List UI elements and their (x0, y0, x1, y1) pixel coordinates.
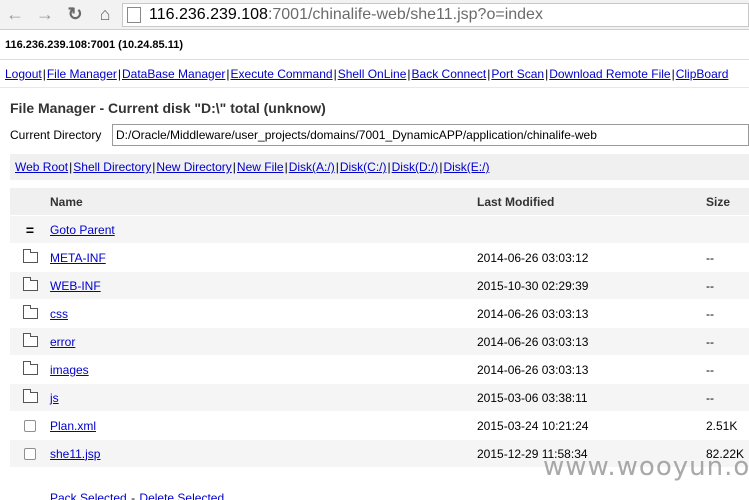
current-directory-input[interactable] (112, 124, 749, 146)
page-title: File Manager - Current disk "D:\" total … (10, 100, 326, 116)
forward-arrow-icon[interactable]: → (30, 0, 60, 30)
file-name-link[interactable]: Plan.xml (50, 419, 96, 433)
file-size: -- (706, 250, 714, 265)
table-row: WEB-INF 2015-10-30 02:29:39 -- (10, 272, 749, 300)
parent-icon: = (25, 221, 35, 238)
folder-icon (22, 389, 38, 403)
pack-selected-link[interactable]: Pack Selected (50, 491, 127, 500)
table-row: error 2014-06-26 03:03:13 -- (10, 328, 749, 356)
menu-back-connect[interactable]: Back Connect (412, 67, 487, 81)
header-name: Name (50, 194, 83, 209)
file-size: -- (706, 306, 714, 321)
main-menu: Logout | File Manager | DataBase Manager | … (0, 60, 749, 88)
goto-parent-row: = Goto Parent (10, 216, 749, 244)
file-name-link[interactable]: WEB-INF (50, 279, 101, 293)
page-icon (127, 6, 141, 23)
file-size: -- (706, 390, 714, 405)
header-size: Size (706, 194, 731, 209)
bulk-actions: Pack Selected - Delete Selected (50, 491, 224, 500)
file-size: 2.51K (706, 418, 738, 433)
menu-execute-command[interactable]: Execute Command (231, 67, 333, 81)
menu-logout[interactable]: Logout (5, 67, 42, 81)
host-line: 116.236.239.108:7001 (10.24.85.11) (0, 30, 749, 60)
nav-shell-directory[interactable]: Shell Directory (73, 160, 151, 174)
file-name-link[interactable]: META-INF (50, 251, 106, 265)
nav-disk-d[interactable]: Disk(D:/) (392, 160, 439, 174)
menu-download-remote-file[interactable]: Download Remote File (549, 67, 670, 81)
header-last-modified: Last Modified (477, 194, 555, 209)
nav-disk-c[interactable]: Disk(C:/) (340, 160, 387, 174)
last-modified: 2014-06-26 03:03:12 (477, 250, 589, 265)
home-icon[interactable]: ⌂ (90, 0, 120, 30)
file-size: -- (706, 278, 714, 293)
select-checkbox[interactable] (24, 447, 36, 460)
file-name-link[interactable]: css (50, 307, 68, 321)
watermark: www.wooyun.org (543, 452, 749, 482)
file-name-link[interactable]: she11.jsp (50, 447, 100, 461)
nav-disk-e[interactable]: Disk(E:/) (443, 160, 489, 174)
last-modified: 2015-03-24 10:21:24 (477, 418, 589, 433)
table-row: Plan.xml 2015-03-24 10:21:24 2.51K (10, 412, 749, 440)
current-directory-label: Current Directory (10, 128, 102, 142)
folder-icon (22, 305, 38, 319)
current-directory-row: Current Directory (10, 124, 749, 146)
file-name-link[interactable]: error (50, 335, 75, 349)
folder-icon (22, 333, 38, 347)
table-header: Name Last Modified Size (10, 188, 749, 216)
back-arrow-icon[interactable]: ← (0, 0, 30, 30)
browser-toolbar: ← → ↻ ⌂ 116.236.239.108:7001/chinalife-w… (0, 0, 749, 30)
last-modified: 2014-06-26 03:03:13 (477, 362, 589, 377)
file-table: Name Last Modified Size = Goto Parent ME… (10, 188, 749, 468)
file-name-link[interactable]: js (50, 391, 59, 405)
folder-icon (22, 249, 38, 263)
menu-file-manager[interactable]: File Manager (47, 67, 117, 81)
file-name-link[interactable]: images (50, 363, 89, 377)
file-size: -- (706, 334, 714, 349)
last-modified: 2014-06-26 03:03:13 (477, 334, 589, 349)
last-modified: 2014-06-26 03:03:13 (477, 306, 589, 321)
file-manager-panel: File Manager - Current disk "D:\" total … (0, 100, 749, 468)
table-row: js 2015-03-06 03:38:11 -- (10, 384, 749, 412)
file-size: -- (706, 362, 714, 377)
address-bar[interactable]: 116.236.239.108:7001/chinalife-web/she11… (122, 2, 749, 27)
reload-icon[interactable]: ↻ (60, 0, 90, 30)
folder-icon (22, 361, 38, 375)
last-modified: 2015-03-06 03:38:11 (477, 390, 588, 405)
url-host: 116.236.239.108 (149, 5, 268, 23)
menu-port-scan[interactable]: Port Scan (491, 67, 544, 81)
disk-navigation: Web Root | Shell Directory | New Directory… (10, 154, 749, 180)
last-modified: 2015-10-30 02:29:39 (477, 278, 589, 293)
delete-selected-link[interactable]: Delete Selected (139, 491, 224, 500)
goto-parent-link[interactable]: Goto Parent (50, 223, 115, 237)
menu-database-manager[interactable]: DataBase Manager (122, 67, 225, 81)
table-row: images 2014-06-26 03:03:13 -- (10, 356, 749, 384)
table-row: META-INF 2014-06-26 03:03:12 -- (10, 244, 749, 272)
url-path: :7001/chinalife-web/she11.jsp?o=index (267, 5, 543, 23)
select-checkbox[interactable] (24, 419, 36, 432)
menu-clipboard[interactable]: ClipBoard (676, 67, 729, 81)
nav-web-root[interactable]: Web Root (15, 160, 68, 174)
nav-new-file[interactable]: New File (237, 160, 284, 174)
nav-disk-a[interactable]: Disk(A:/) (289, 160, 335, 174)
nav-new-directory[interactable]: New Directory (156, 160, 231, 174)
folder-icon (22, 277, 38, 291)
menu-shell-online[interactable]: Shell OnLine (338, 67, 407, 81)
table-row: css 2014-06-26 03:03:13 -- (10, 300, 749, 328)
